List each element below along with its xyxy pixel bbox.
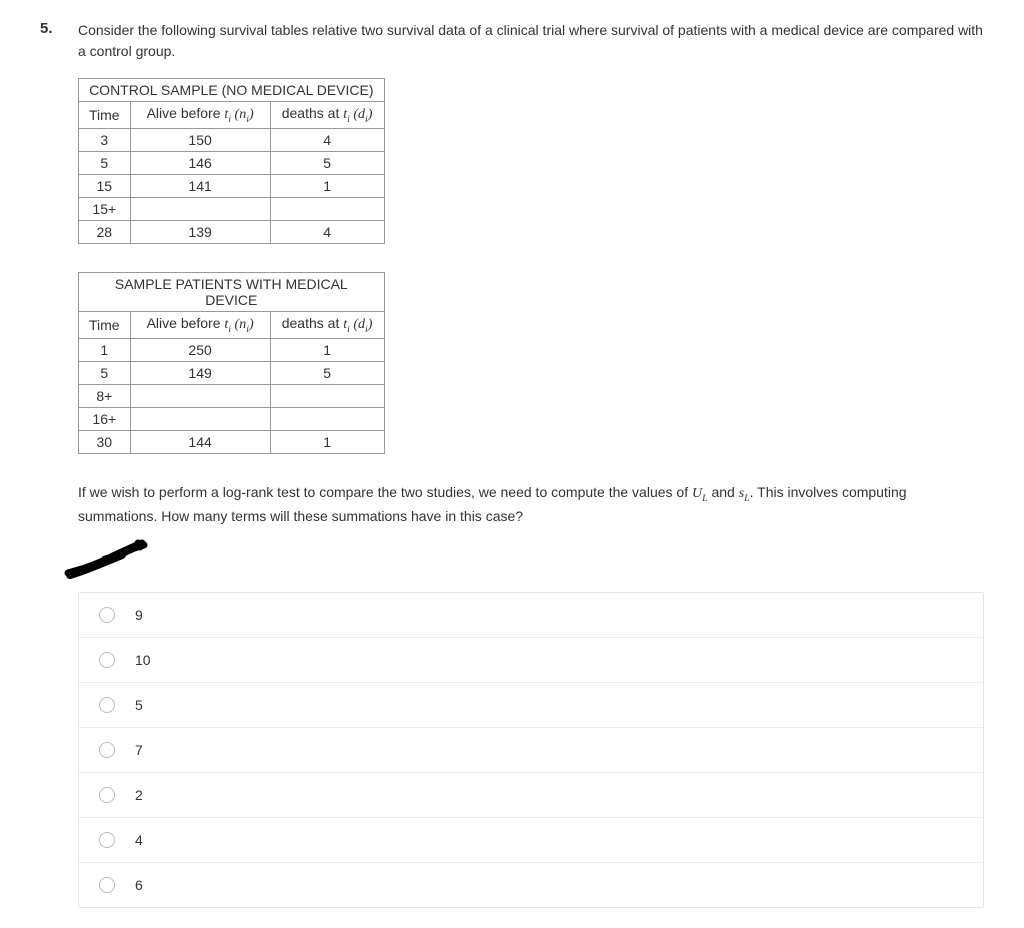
table2-header-alive: Alive before ti (ni) (130, 311, 270, 338)
option-label: 6 (135, 877, 143, 893)
table-row: 8+ (79, 384, 385, 407)
option-4[interactable]: 4 (79, 818, 983, 863)
followup-text: If we wish to perform a log-rank test to… (78, 482, 984, 527)
option-label: 9 (135, 607, 143, 623)
table1-header-alive: Alive before ti (ni) (130, 102, 270, 129)
option-7[interactable]: 7 (79, 728, 983, 773)
table-row: 31504 (79, 128, 385, 151)
table-row: 281394 (79, 220, 385, 243)
table1-title: CONTROL SAMPLE (NO MEDICAL DEVICE) (79, 79, 385, 102)
scribble-annotation (60, 533, 984, 584)
medical-device-table: SAMPLE PATIENTS WITH MEDICAL DEVICE Time… (78, 272, 385, 454)
option-5[interactable]: 5 (79, 683, 983, 728)
table-row: 51495 (79, 361, 385, 384)
table1-header-time: Time (79, 102, 131, 129)
table2-header-time: Time (79, 311, 131, 338)
question-number: 5. (40, 20, 62, 908)
table1-header-deaths: deaths at ti (di) (270, 102, 384, 129)
table-row: 51465 (79, 151, 385, 174)
option-label: 7 (135, 742, 143, 758)
table2-header-deaths: deaths at ti (di) (270, 311, 384, 338)
option-6[interactable]: 6 (79, 863, 983, 907)
option-2[interactable]: 2 (79, 773, 983, 818)
table2-title: SAMPLE PATIENTS WITH MEDICAL DEVICE (79, 272, 385, 311)
radio-icon[interactable] (99, 877, 115, 893)
answer-options: 9 10 5 7 2 4 6 (78, 592, 984, 908)
option-10[interactable]: 10 (79, 638, 983, 683)
table-row: 12501 (79, 338, 385, 361)
option-9[interactable]: 9 (79, 593, 983, 638)
radio-icon[interactable] (99, 742, 115, 758)
radio-icon[interactable] (99, 652, 115, 668)
table-row: 16+ (79, 407, 385, 430)
control-sample-table: CONTROL SAMPLE (NO MEDICAL DEVICE) Time … (78, 78, 385, 244)
option-label: 10 (135, 652, 151, 668)
question-container: 5. Consider the following survival table… (40, 20, 984, 908)
question-text: Consider the following survival tables r… (78, 20, 984, 62)
option-label: 4 (135, 832, 143, 848)
radio-icon[interactable] (99, 832, 115, 848)
radio-icon[interactable] (99, 787, 115, 803)
option-label: 2 (135, 787, 143, 803)
table-row: 15+ (79, 197, 385, 220)
radio-icon[interactable] (99, 607, 115, 623)
question-body: Consider the following survival tables r… (78, 20, 984, 908)
table-row: 301441 (79, 430, 385, 453)
table-row: 151411 (79, 174, 385, 197)
option-label: 5 (135, 697, 143, 713)
radio-icon[interactable] (99, 697, 115, 713)
